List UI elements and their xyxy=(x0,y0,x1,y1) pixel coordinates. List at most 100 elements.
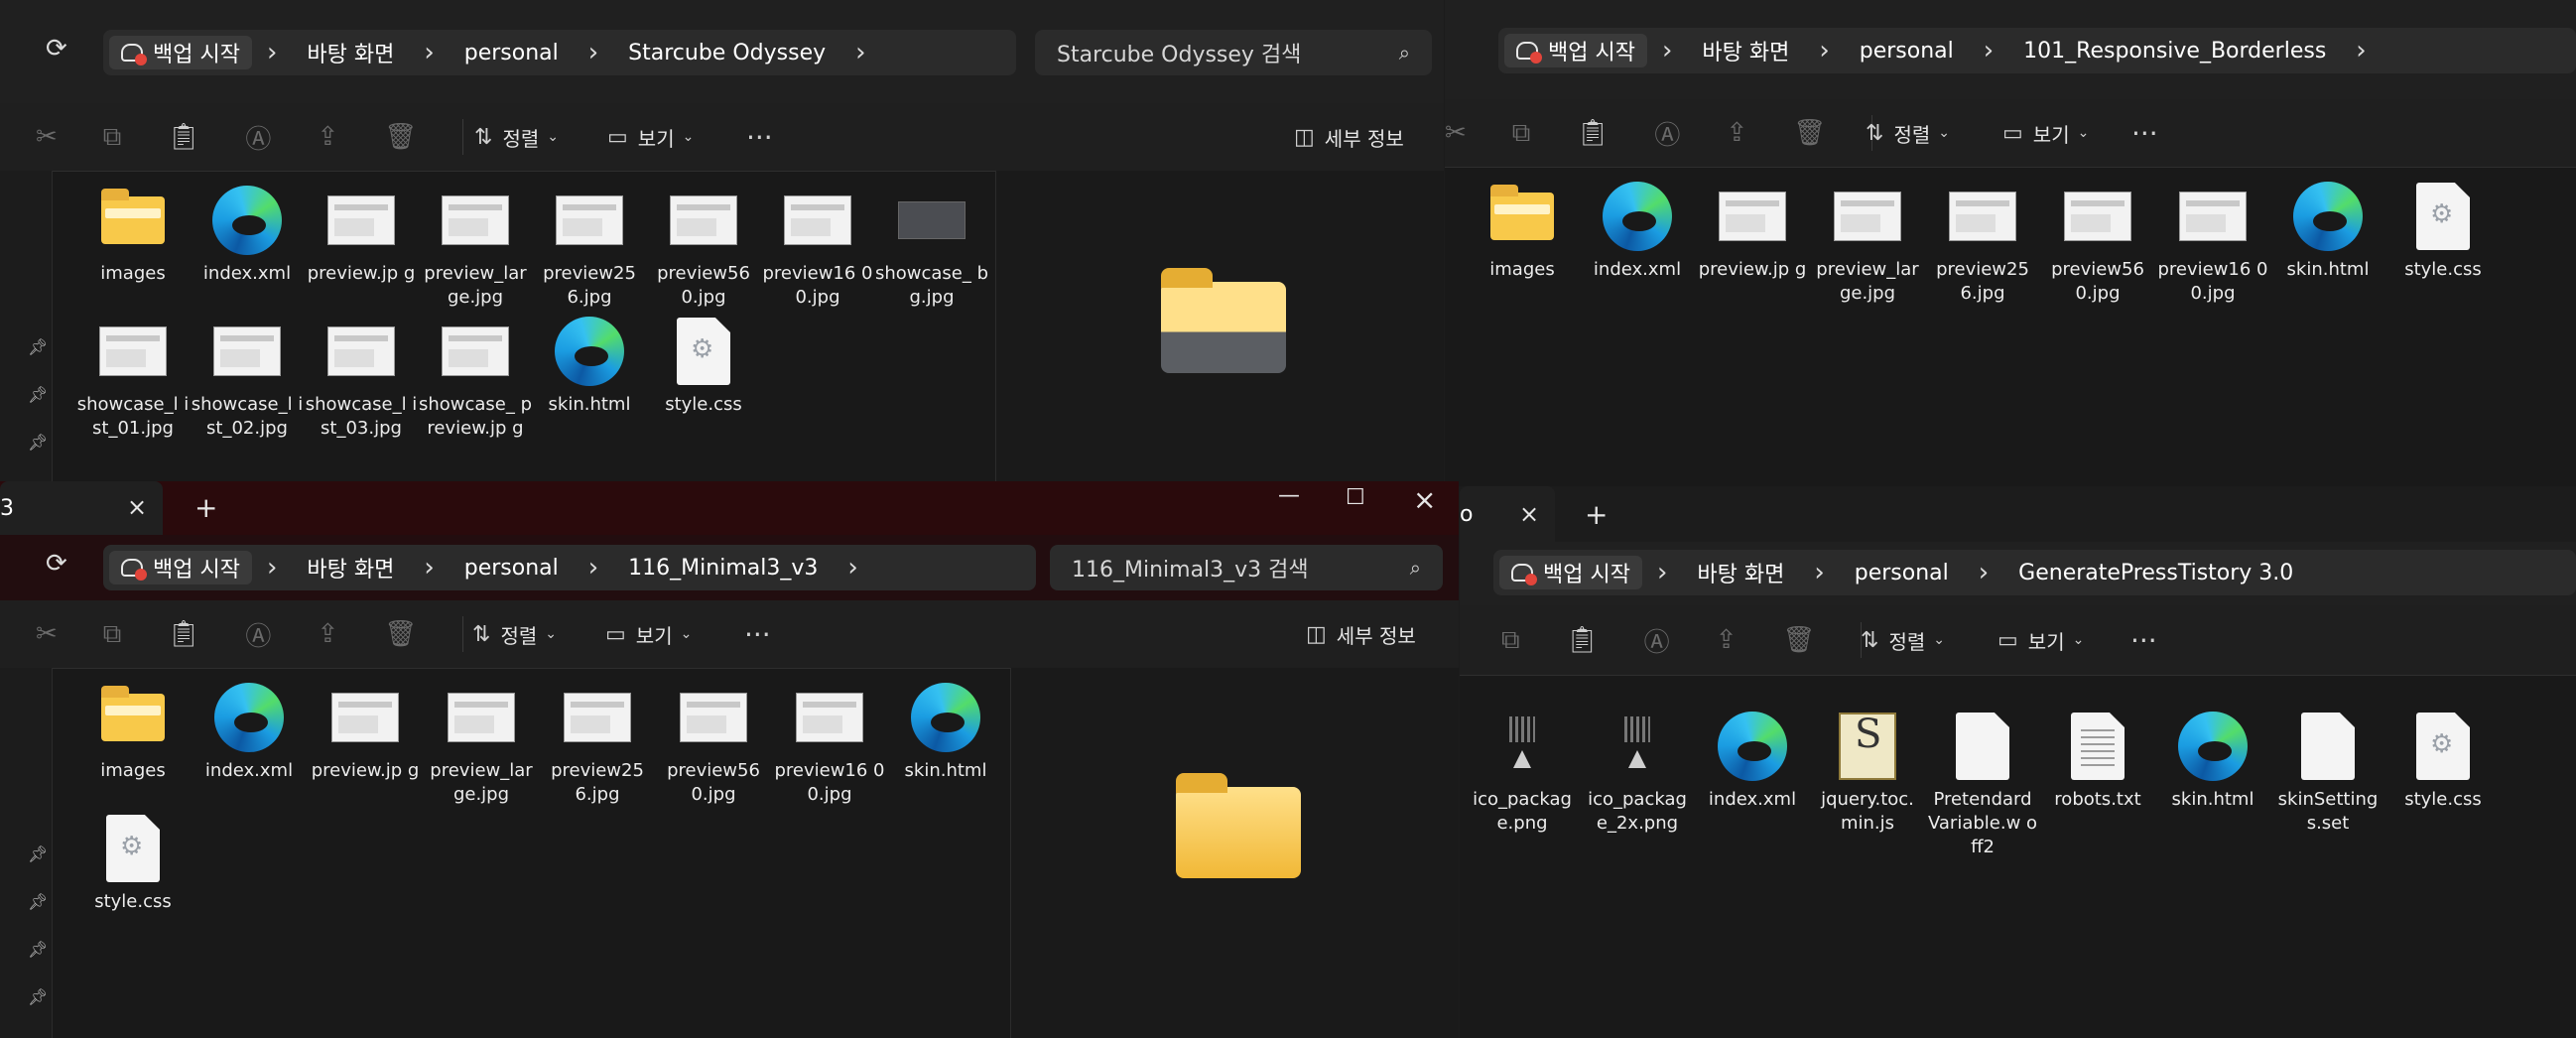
file-item[interactable]: index.xml xyxy=(192,676,307,783)
rename-icon[interactable]: Ⓐ xyxy=(245,616,271,653)
close-tab-icon[interactable]: × xyxy=(127,493,147,521)
cut-icon[interactable]: ✂ xyxy=(36,619,58,649)
minimize-icon[interactable]: — xyxy=(1278,483,1300,508)
file-item[interactable]: Pretendard Variable.w off2 xyxy=(1925,705,2040,859)
more-options-button[interactable]: ··· xyxy=(2131,99,2158,167)
navigation-pane[interactable]: 📌︎ 📌︎ 📌︎ 📌︎ xyxy=(0,668,53,1038)
file-item[interactable]: preview16 00.jpg xyxy=(760,179,875,310)
delete-icon[interactable]: 🗑︎ xyxy=(1793,118,1826,148)
cut-icon[interactable]: ✂ xyxy=(1445,118,1467,148)
file-item[interactable]: preview56 0.jpg xyxy=(646,179,761,310)
rename-icon[interactable]: Ⓐ xyxy=(245,119,271,156)
file-item[interactable]: preview16 00.jpg xyxy=(2155,175,2270,306)
file-item[interactable]: index.xml xyxy=(1695,705,1810,812)
breadcrumb[interactable]: 백업 시작 › 바탕 화면 › personal › GeneratePress… xyxy=(1493,550,2576,595)
breadcrumb-folder[interactable]: 116_Minimal3_v3 xyxy=(613,556,833,581)
details-pane-button[interactable]: ◫ 세부 정보 xyxy=(1294,103,1404,171)
close-window-icon[interactable]: × xyxy=(1413,483,1436,516)
file-item[interactable]: jquery.toc. min.js xyxy=(1810,705,1925,836)
file-item[interactable]: ⚙ style.css xyxy=(646,310,761,417)
file-item[interactable]: preview56 0.jpg xyxy=(656,676,771,807)
paste-icon[interactable]: 📋︎ xyxy=(167,619,199,649)
breadcrumb-desktop[interactable]: 바탕 화면 xyxy=(1682,557,1799,588)
breadcrumb-start[interactable]: 백업 시작 xyxy=(1499,556,1642,589)
refresh-icon[interactable]: ⟳ xyxy=(46,34,67,64)
sort-button[interactable]: ⇅ 정렬 ⌄ xyxy=(472,600,557,668)
file-item[interactable]: ico_packag e.png xyxy=(1465,705,1580,836)
tab-active[interactable]: o xyxy=(1460,486,1555,542)
file-item[interactable]: ⚙ style.css xyxy=(75,807,191,914)
copy-icon[interactable]: ⧉ xyxy=(1501,625,1520,656)
search-input[interactable]: Starcube Odyssey 검색 ⌕ xyxy=(1035,30,1432,75)
more-options-button[interactable]: ··· xyxy=(744,600,771,668)
file-item[interactable]: skinSetting s.set xyxy=(2270,705,2385,836)
sort-button[interactable]: ⇅ 정렬 ⌄ xyxy=(1866,99,1950,167)
share-icon[interactable]: ⇪ xyxy=(1716,625,1738,655)
breadcrumb-folder[interactable]: Starcube Odyssey xyxy=(613,41,840,65)
file-item[interactable]: ⚙ style.css xyxy=(2385,175,2501,282)
delete-icon[interactable]: 🗑︎ xyxy=(384,122,417,152)
view-button[interactable]: ▭ 보기 ⌄ xyxy=(2002,99,2089,167)
delete-icon[interactable]: 🗑︎ xyxy=(1782,625,1815,655)
breadcrumb-start[interactable]: 백업 시작 xyxy=(109,551,252,584)
new-tab-icon[interactable]: + xyxy=(1585,498,1608,531)
details-pane-button[interactable]: ◫ 세부 정보 xyxy=(1306,600,1416,668)
file-item[interactable]: ico_packag e_2x.png xyxy=(1580,705,1695,836)
file-item[interactable]: preview25 6.jpg xyxy=(532,179,647,310)
file-item[interactable]: robots.txt xyxy=(2040,705,2155,812)
view-button[interactable]: ▭ 보기 ⌄ xyxy=(1997,605,2084,675)
file-item[interactable]: showcase_l ist_02.jpg xyxy=(190,310,305,441)
file-item[interactable]: preview.jp g xyxy=(1695,175,1810,282)
breadcrumb[interactable]: 백업 시작 › 바탕 화면 › personal › 101_Responsiv… xyxy=(1498,28,2576,73)
breadcrumb-start[interactable]: 백업 시작 xyxy=(109,36,252,69)
breadcrumb-folder[interactable]: 101_Responsive_Borderless xyxy=(2008,39,2341,64)
breadcrumb-folder[interactable]: GeneratePressTistory 3.0 xyxy=(2003,561,2308,585)
file-item[interactable]: skin.html xyxy=(888,676,1003,783)
file-item[interactable]: images xyxy=(75,676,191,783)
file-item[interactable]: preview25 6.jpg xyxy=(1925,175,2040,306)
file-item[interactable]: index.xml xyxy=(190,179,305,286)
navigation-pane[interactable]: 📌︎ 📌︎ 📌︎ xyxy=(0,171,53,486)
file-item[interactable]: preview.jp g xyxy=(304,179,419,286)
view-button[interactable]: ▭ 보기 ⌄ xyxy=(605,600,692,668)
breadcrumb-personal[interactable]: personal xyxy=(1845,39,1969,64)
file-item[interactable]: preview.jp g xyxy=(308,676,423,783)
file-item[interactable]: skin.html xyxy=(532,310,647,417)
file-item[interactable]: images xyxy=(75,179,191,286)
refresh-icon[interactable]: ⟳ xyxy=(46,549,67,579)
file-item[interactable]: images xyxy=(1465,175,1580,282)
breadcrumb-desktop[interactable]: 바탕 화면 xyxy=(292,552,409,584)
file-item[interactable]: preview25 6.jpg xyxy=(540,676,655,807)
file-item[interactable]: index.xml xyxy=(1580,175,1695,282)
breadcrumb[interactable]: 백업 시작 › 바탕 화면 › personal › Starcube Odys… xyxy=(103,30,1016,75)
breadcrumb-personal[interactable]: personal xyxy=(450,41,574,65)
chevron-right-icon[interactable]: › xyxy=(833,553,872,583)
more-options-button[interactable]: ··· xyxy=(746,103,773,171)
file-item[interactable]: preview16 00.jpg xyxy=(772,676,887,807)
new-tab-icon[interactable]: + xyxy=(194,491,217,524)
file-item[interactable]: preview_lar ge.jpg xyxy=(1810,175,1925,306)
paste-icon[interactable]: 📋︎ xyxy=(167,122,199,152)
maximize-icon[interactable]: ☐ xyxy=(1346,485,1365,510)
rename-icon[interactable]: Ⓐ xyxy=(1654,115,1680,152)
cut-icon[interactable]: ✂ xyxy=(36,122,58,152)
file-item[interactable]: showcase_l ist_01.jpg xyxy=(75,310,191,441)
file-item[interactable]: ⚙ style.css xyxy=(2385,705,2501,812)
file-item[interactable]: preview_lar ge.jpg xyxy=(424,676,539,807)
close-tab-icon[interactable]: × xyxy=(1519,500,1539,528)
paste-icon[interactable]: 📋︎ xyxy=(1576,118,1609,148)
chevron-right-icon[interactable]: › xyxy=(2341,36,2381,65)
file-item[interactable]: skin.html xyxy=(2270,175,2385,282)
paste-icon[interactable]: 📋︎ xyxy=(1566,625,1599,655)
sort-button[interactable]: ⇅ 정렬 ⌄ xyxy=(1861,605,1945,675)
share-icon[interactable]: ⇪ xyxy=(317,122,338,152)
breadcrumb-personal[interactable]: personal xyxy=(450,556,574,581)
breadcrumb-desktop[interactable]: 바탕 화면 xyxy=(292,37,409,68)
file-item[interactable]: showcase_ bg.jpg xyxy=(874,179,989,310)
file-item[interactable]: preview56 0.jpg xyxy=(2040,175,2155,306)
delete-icon[interactable]: 🗑︎ xyxy=(384,619,417,649)
copy-icon[interactable]: ⧉ xyxy=(103,619,122,650)
file-item[interactable]: showcase_l ist_03.jpg xyxy=(304,310,419,441)
share-icon[interactable]: ⇪ xyxy=(317,619,338,649)
share-icon[interactable]: ⇪ xyxy=(1726,118,1747,148)
